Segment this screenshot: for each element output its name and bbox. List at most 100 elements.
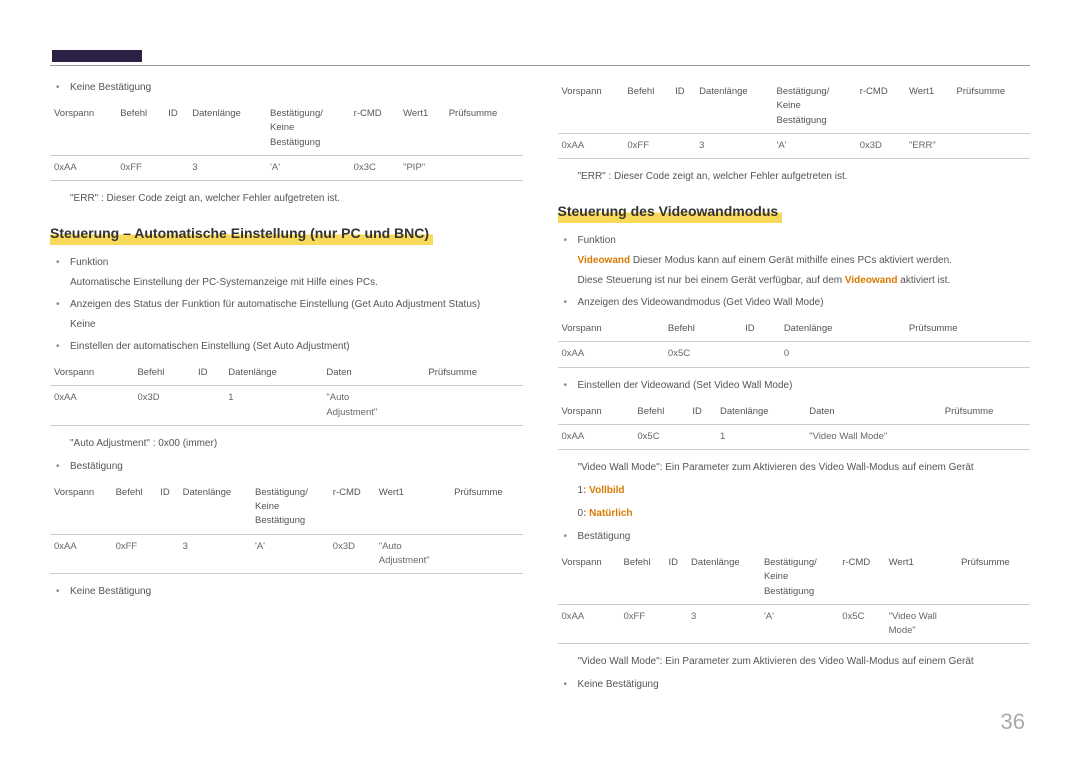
table-header-cell: Bestätigung/ Keine Bestätigung: [760, 551, 838, 604]
table-cell: 0xFF: [116, 155, 164, 180]
table-header-cell: Prüfsumme: [445, 102, 523, 155]
funktion-label: Funktion: [70, 257, 108, 268]
videowand-desc2b: aktiviert ist.: [897, 275, 950, 286]
table-header-cell: Befehl: [664, 317, 741, 342]
table-cell: "Auto Adjustment": [322, 386, 424, 426]
left-table-1: VorspannBefehlIDDatenlängeBestätigung/ K…: [50, 102, 523, 181]
table-header-cell: ID: [671, 80, 695, 133]
table-cell: "PIP": [399, 155, 445, 180]
table-header-cell: Vorspann: [50, 102, 116, 155]
mode0-label: : Natürlich: [583, 508, 632, 519]
table-cell: 0xAA: [50, 155, 116, 180]
table-cell: "Video Wall Mode": [885, 604, 957, 644]
table-header-cell: Vorspann: [558, 317, 664, 342]
table-header-cell: Vorspann: [558, 551, 620, 604]
bullet-funktion: Funktion Automatische Einstellung der PC…: [70, 255, 523, 291]
table-header-cell: Datenlänge: [224, 361, 322, 386]
table-header-cell: Befehl: [633, 400, 688, 425]
table-cell: 0xFF: [620, 604, 665, 644]
left-table-3: VorspannBefehlIDDatenlängeBestätigung/ K…: [50, 481, 523, 574]
table-header-cell: Datenlänge: [179, 481, 251, 534]
right-table-4: VorspannBefehlIDDatenlängeBestätigung/ K…: [558, 551, 1031, 644]
table-header-cell: Befehl: [133, 361, 194, 386]
bullet-best-right: Bestätigung: [578, 529, 1031, 545]
header-rule: [50, 65, 1030, 66]
table-cell: [156, 534, 178, 574]
table-header-cell: Daten: [322, 361, 424, 386]
table-cell: [941, 424, 1030, 449]
table-cell: 0xAA: [558, 604, 620, 644]
table-cell: 0xAA: [558, 342, 664, 367]
table-cell: [741, 342, 780, 367]
table-header-cell: ID: [741, 317, 780, 342]
table-header-cell: Wert1: [399, 102, 445, 155]
videowand-line1: Videowand Dieser Modus kann auf einem Ge…: [578, 253, 1031, 269]
table-header-cell: Wert1: [375, 481, 450, 534]
videowand-term2: Videowand: [845, 275, 898, 286]
table-cell: [953, 133, 1030, 158]
table-cell: [688, 424, 716, 449]
table-header-cell: Datenlänge: [780, 317, 905, 342]
table-cell: "Auto Adjustment": [375, 534, 450, 574]
table-header-cell: ID: [194, 361, 224, 386]
table-cell: [194, 386, 224, 426]
table-cell: 0: [780, 342, 905, 367]
table-cell: 0x5C: [838, 604, 884, 644]
table-header-cell: r-CMD: [350, 102, 399, 155]
left-table-2: VorspannBefehlIDDatenlängeDatenPrüfsumme…: [50, 361, 523, 426]
table-cell: 0xAA: [50, 534, 112, 574]
bullet-keine-best: Keine Bestätigung: [70, 80, 523, 96]
err-note-right: "ERR" : Dieser Code zeigt an, welcher Fe…: [558, 169, 1031, 184]
table-header-cell: Prüfsumme: [424, 361, 522, 386]
anzeigen-label: Anzeigen des Status der Funktion für aut…: [70, 299, 480, 310]
table-header-cell: Vorspann: [558, 400, 634, 425]
table-cell: [424, 386, 522, 426]
table-header-cell: Prüfsumme: [957, 551, 1030, 604]
table-cell: [445, 155, 523, 180]
table-cell: 0xFF: [112, 534, 157, 574]
table-header-cell: Datenlänge: [188, 102, 266, 155]
brand-logo: [52, 50, 142, 62]
table-header-cell: Prüfsumme: [953, 80, 1030, 133]
table-header-cell: ID: [164, 102, 188, 155]
table-header-cell: Datenlänge: [695, 80, 772, 133]
funktion-label-r: Funktion: [578, 235, 616, 246]
section-heading-auto: Steuerung – Automatische Einstellung (nu…: [50, 222, 433, 245]
table-cell: [450, 534, 522, 574]
table-header-cell: Wert1: [885, 551, 957, 604]
table-cell: 'A': [266, 155, 350, 180]
right-column: VorspannBefehlIDDatenlängeBestätigung/ K…: [558, 80, 1031, 699]
section-heading-videowand: Steuerung des Videowandmodus: [558, 200, 783, 223]
table-cell: 3: [188, 155, 266, 180]
table-header-cell: Prüfsumme: [905, 317, 1030, 342]
table-cell: [957, 604, 1030, 644]
bullet-einstellen-r: Einstellen der Videowand (Set Video Wall…: [578, 378, 1031, 394]
funktion-desc: Automatische Einstellung der PC-Systeman…: [70, 275, 523, 291]
mode1-label: : Vollbild: [583, 485, 624, 496]
two-column-layout: Keine Bestätigung VorspannBefehlIDDatenl…: [50, 80, 1030, 699]
mode-1: 1: Vollbild: [558, 483, 1031, 498]
table-cell: 0x5C: [664, 342, 741, 367]
bullet-funktion-r: Funktion Videowand Dieser Modus kann auf…: [578, 233, 1031, 289]
table-header-cell: Befehl: [623, 80, 671, 133]
table-cell: 0xAA: [50, 386, 133, 426]
table-cell: "Video Wall Mode": [805, 424, 941, 449]
table-header-cell: Bestätigung/ Keine Bestätigung: [251, 481, 329, 534]
table-header-cell: Daten: [805, 400, 941, 425]
table-header-cell: Datenlänge: [716, 400, 805, 425]
err-note-left: "ERR" : Dieser Code zeigt an, welcher Fe…: [50, 191, 523, 206]
table-cell: [665, 604, 688, 644]
table-cell: 0x5C: [633, 424, 688, 449]
table-header-cell: Befehl: [116, 102, 164, 155]
table-header-cell: ID: [665, 551, 688, 604]
table-cell: 0x3C: [350, 155, 399, 180]
table-header-cell: Wert1: [905, 80, 953, 133]
table-header-cell: Prüfsumme: [450, 481, 522, 534]
table-header-cell: Prüfsumme: [941, 400, 1030, 425]
table-header-cell: r-CMD: [329, 481, 375, 534]
vwm-note-1: "Video Wall Mode": Ein Parameter zum Akt…: [558, 460, 1031, 475]
table-header-cell: Bestätigung/ Keine Bestätigung: [773, 80, 856, 133]
mode-0: 0: Natürlich: [558, 506, 1031, 521]
table-header-cell: Vorspann: [50, 361, 133, 386]
videowand-term: Videowand: [578, 255, 631, 266]
